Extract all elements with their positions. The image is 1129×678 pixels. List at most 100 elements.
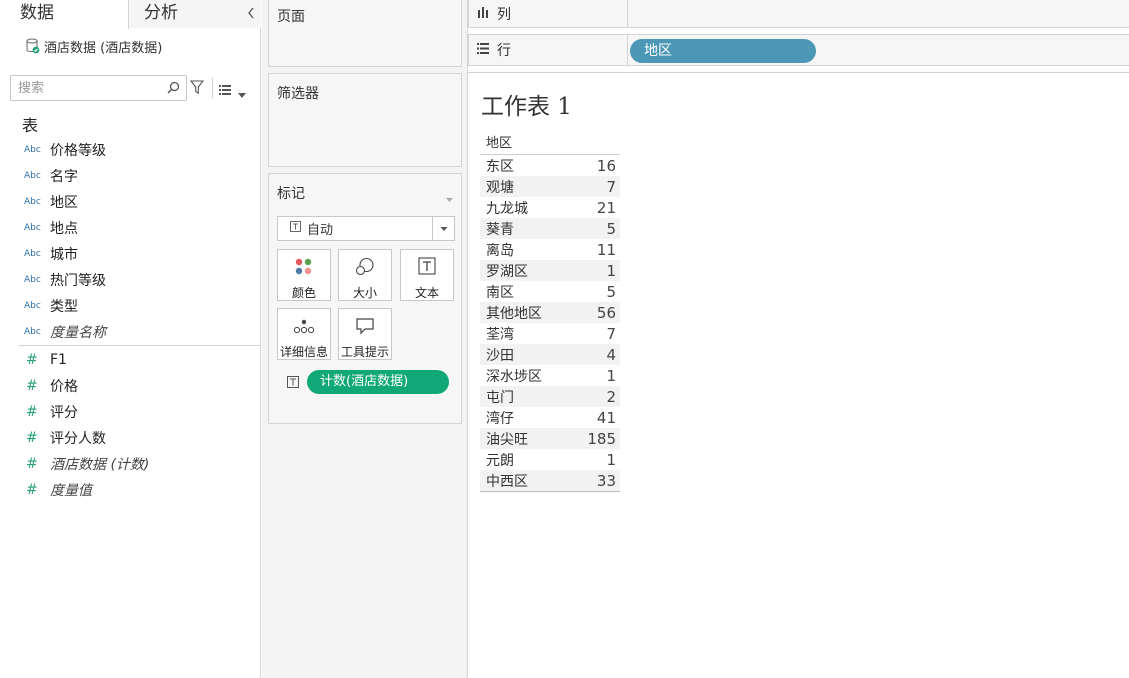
string-type-icon: Abc bbox=[24, 145, 41, 155]
table-row[interactable]: 九龙城 21 bbox=[480, 197, 620, 218]
region-cell: 观塘 bbox=[486, 179, 514, 196]
string-type-icon: Abc bbox=[24, 171, 41, 181]
tooltip-button[interactable]: 工具提示 bbox=[338, 308, 392, 360]
detail-button[interactable]: 详细信息 bbox=[277, 308, 331, 360]
sheet-title[interactable]: 工作表 1 bbox=[481, 87, 572, 121]
color-button[interactable]: 颜色 bbox=[277, 249, 331, 301]
field-name: 地区 bbox=[50, 195, 78, 211]
table-row[interactable]: 离岛 11 bbox=[480, 239, 620, 260]
field-name: 度量值 bbox=[50, 483, 92, 499]
field-price[interactable]: # 价格 bbox=[0, 373, 260, 399]
string-type-icon: Abc bbox=[24, 327, 41, 337]
field-region[interactable]: Abc 地区 bbox=[0, 189, 260, 215]
color-dots-icon bbox=[278, 257, 330, 277]
field-location[interactable]: Abc 地点 bbox=[0, 215, 260, 241]
table-row[interactable]: 中西区 33 bbox=[480, 470, 620, 491]
pages-card[interactable]: 页面 bbox=[268, 0, 462, 67]
field-measure-names[interactable]: Abc 度量名称 bbox=[0, 319, 260, 345]
region-cell: 葵青 bbox=[486, 221, 514, 238]
collapse-pane-icon[interactable] bbox=[247, 2, 255, 28]
number-type-icon: # bbox=[26, 482, 38, 498]
count-cell: 5 bbox=[606, 219, 616, 238]
region-cell: 油尖旺 bbox=[486, 431, 528, 448]
field-record-count[interactable]: # 酒店数据 (计数) bbox=[0, 451, 260, 477]
field-price-level[interactable]: Abc 价格等级 bbox=[0, 137, 260, 163]
field-name: 酒店数据 (计数) bbox=[50, 457, 150, 473]
mark-type-dropdown[interactable]: 自动 bbox=[277, 216, 455, 241]
field-name: 价格 bbox=[50, 379, 78, 395]
region-dimension-pill[interactable]: 地区 bbox=[630, 39, 816, 63]
field-measure-values[interactable]: # 度量值 bbox=[0, 477, 260, 503]
filters-card-title: 筛选器 bbox=[277, 86, 319, 102]
tab-data[interactable]: 数据 bbox=[0, 0, 129, 29]
fields-divider bbox=[18, 345, 260, 346]
datasource-icon bbox=[26, 38, 40, 54]
field-type[interactable]: Abc 类型 bbox=[0, 293, 260, 319]
text-button[interactable]: 文本 bbox=[400, 249, 454, 301]
table-row[interactable]: 油尖旺 185 bbox=[480, 428, 620, 449]
field-name: 价格等级 bbox=[50, 143, 106, 159]
region-cell: 沙田 bbox=[486, 347, 514, 364]
field-popularity[interactable]: Abc 热门等级 bbox=[0, 267, 260, 293]
table-row[interactable]: 罗湖区 1 bbox=[480, 260, 620, 281]
field-city[interactable]: Abc 城市 bbox=[0, 241, 260, 267]
string-type-icon: Abc bbox=[24, 275, 41, 285]
table-row[interactable]: 元朗 1 bbox=[480, 449, 620, 470]
rows-shelf[interactable]: 行 地区 bbox=[468, 34, 1129, 66]
size-button[interactable]: 大小 bbox=[338, 249, 392, 301]
string-type-icon: Abc bbox=[24, 197, 41, 207]
chevron-down-icon[interactable] bbox=[446, 190, 453, 206]
field-name: 类型 bbox=[50, 299, 78, 315]
table-row[interactable]: 屯门 2 bbox=[480, 386, 620, 407]
table-row[interactable]: 其他地区 56 bbox=[480, 302, 620, 323]
datasource-name: 酒店数据 (酒店数据) bbox=[44, 40, 163, 56]
chevron-down-icon[interactable] bbox=[432, 217, 454, 240]
pane-tabs: 数据 分析 bbox=[0, 0, 261, 29]
datasource-item[interactable]: 酒店数据 (酒店数据) bbox=[26, 37, 163, 56]
field-rating-count[interactable]: # 评分人数 bbox=[0, 425, 260, 451]
table-header[interactable]: 地区 bbox=[480, 134, 620, 155]
search-icon[interactable] bbox=[167, 81, 180, 98]
table-row[interactable]: 葵青 5 bbox=[480, 218, 620, 239]
rows-label: 行 bbox=[497, 43, 511, 59]
table-row[interactable]: 观塘 7 bbox=[480, 176, 620, 197]
filter-icon[interactable] bbox=[189, 80, 205, 98]
search-input[interactable] bbox=[11, 76, 161, 100]
count-cell: 7 bbox=[606, 324, 616, 343]
table-row[interactable]: 沙田 4 bbox=[480, 344, 620, 365]
region-cell: 九龙城 bbox=[486, 200, 528, 217]
field-name: 城市 bbox=[50, 247, 78, 263]
tab-analysis-label: 分析 bbox=[144, 3, 178, 23]
table-row[interactable]: 南区 5 bbox=[480, 281, 620, 302]
rows-shelf-label: 行 bbox=[469, 35, 628, 65]
list-view-icon[interactable] bbox=[219, 83, 231, 99]
region-cell: 离岛 bbox=[486, 242, 514, 259]
field-name: 热门等级 bbox=[50, 273, 106, 289]
cards-pane: 页面 筛选器 标记 自动 颜色 大小 文本 详细信息 工具提示 计数(酒店数据) bbox=[262, 0, 468, 678]
worksheet-canvas[interactable]: 工作表 1 地区 东区 16 观塘 7 九龙城 21 葵青 5 离岛 11 罗湖区 1 南区 5 其他地区 5… bbox=[468, 72, 1129, 678]
color-button-label: 颜色 bbox=[291, 286, 316, 300]
tab-analysis[interactable]: 分析 bbox=[129, 0, 261, 28]
count-measure-pill[interactable]: 计数(酒店数据) bbox=[307, 370, 449, 394]
detail-button-label: 详细信息 bbox=[279, 345, 328, 359]
count-cell: 16 bbox=[596, 156, 616, 175]
field-name-item[interactable]: Abc 名字 bbox=[0, 163, 260, 189]
chevron-down-icon[interactable] bbox=[238, 86, 246, 102]
table-body: 东区 16 观塘 7 九龙城 21 葵青 5 离岛 11 罗湖区 1 南区 5 其他地区 56 荃湾 7 沙田 4 深水… bbox=[480, 155, 620, 491]
table-row[interactable]: 荃湾 7 bbox=[480, 323, 620, 344]
field-f1[interactable]: # F1 bbox=[0, 347, 260, 373]
field-rating[interactable]: # 评分 bbox=[0, 399, 260, 425]
count-cell: 1 bbox=[606, 261, 616, 280]
region-cell: 湾仔 bbox=[486, 410, 514, 427]
number-type-icon: # bbox=[26, 378, 38, 394]
table-row[interactable]: 湾仔 41 bbox=[480, 407, 620, 428]
table-row[interactable]: 东区 16 bbox=[480, 155, 620, 176]
string-type-icon: Abc bbox=[24, 223, 41, 233]
columns-shelf[interactable]: 列 bbox=[468, 0, 1129, 28]
table-bottom-border bbox=[480, 491, 620, 492]
toolbar-divider bbox=[212, 78, 213, 98]
table-row[interactable]: 深水埗区 1 bbox=[480, 365, 620, 386]
field-name: 评分人数 bbox=[50, 431, 106, 447]
filters-card[interactable]: 筛选器 bbox=[268, 73, 462, 167]
string-type-icon: Abc bbox=[24, 301, 41, 311]
